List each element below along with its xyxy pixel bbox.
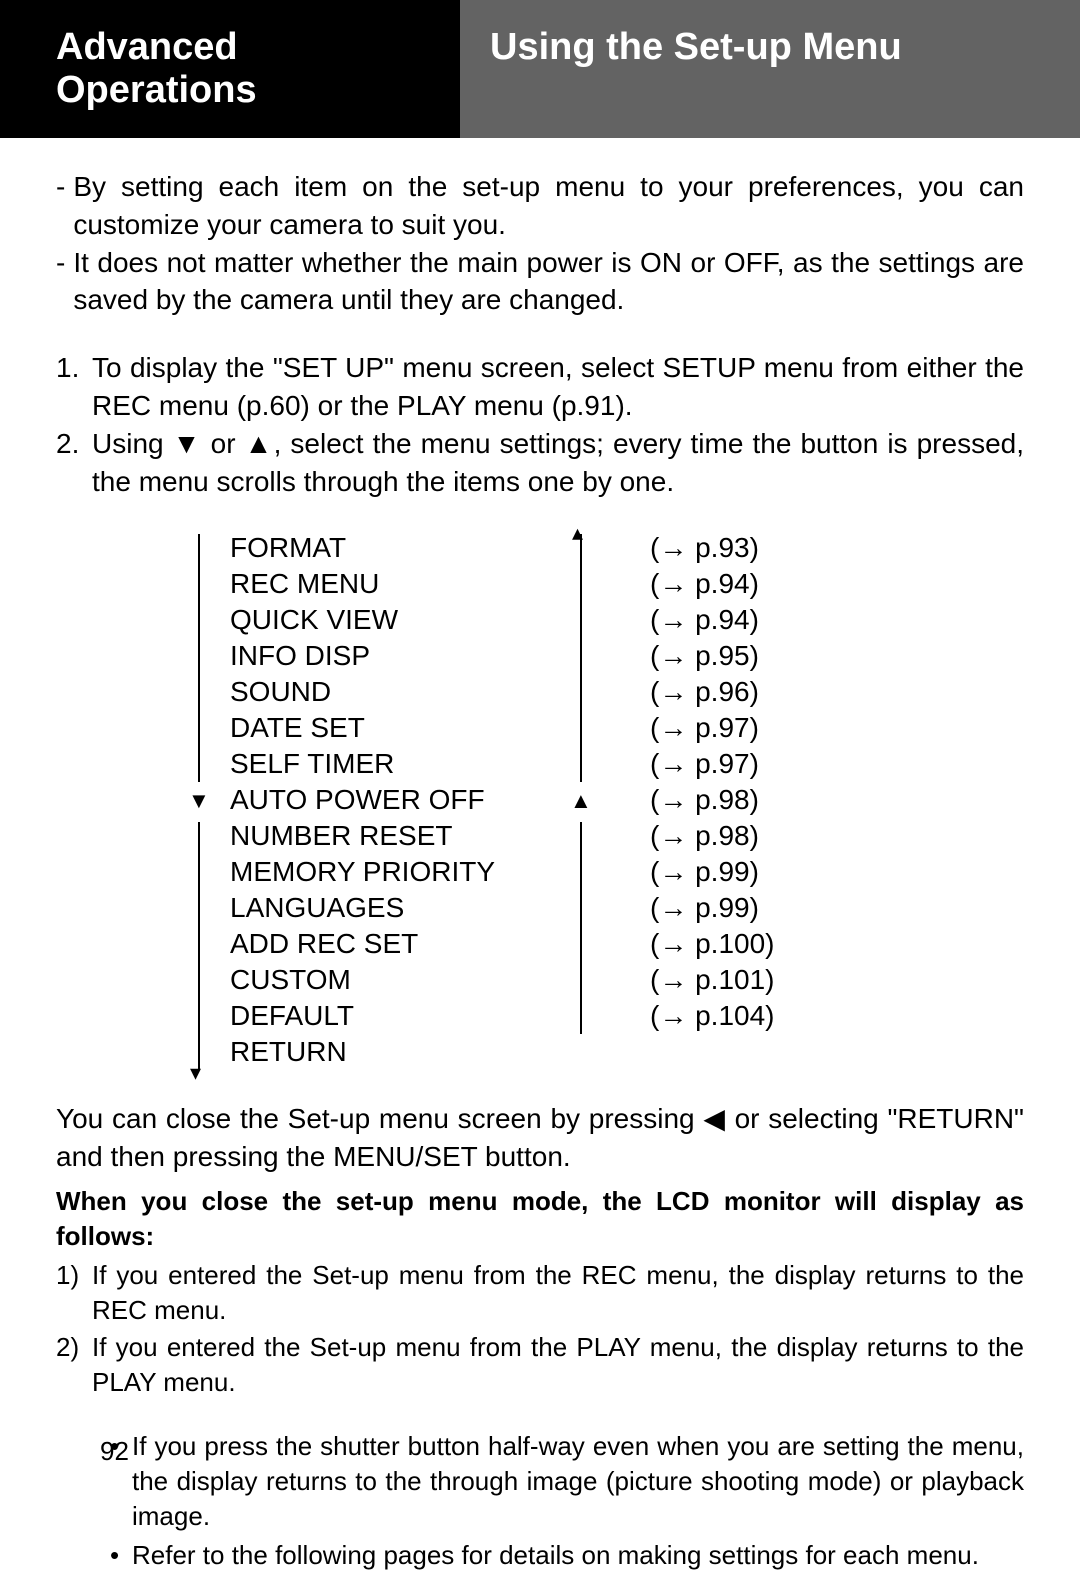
menu-item-page: (→ p.97): [600, 745, 759, 783]
header-section-title: Advanced Operations: [0, 0, 460, 138]
step-item: 1. To display the "SET UP" menu screen, …: [56, 349, 1024, 425]
lcd-note-heading: When you close the set-up menu mode, the…: [56, 1184, 1024, 1254]
dash-icon: -: [56, 168, 65, 244]
dash-icon: -: [56, 244, 65, 320]
step-item: 2. Using ▼ or ▲, select the menu setting…: [56, 425, 1024, 501]
menu-item-page: (→ p.100): [600, 925, 775, 963]
menu-row: SELF TIMER(→ p.97): [180, 746, 900, 782]
scroll-rail: [198, 534, 200, 782]
menu-row: MEMORY PRIORITY(→ p.99): [180, 854, 900, 890]
intro-text: It does not matter whether the main powe…: [73, 244, 1024, 320]
menu-row: QUICK VIEW(→ p.94): [180, 602, 900, 638]
intro-list: - By setting each item on the set-up men…: [56, 168, 1024, 319]
step-text: Using ▼ or ▲, select the menu settings; …: [92, 425, 1024, 501]
bullet-text: Refer to the following pages for details…: [132, 1538, 1024, 1573]
menu-item-label: NUMBER RESET: [180, 817, 600, 855]
page-number: 92: [100, 1436, 129, 1467]
item-number: 1): [56, 1258, 92, 1328]
up-arrow-icon: ▲: [570, 790, 592, 812]
page-header: Advanced Operations Using the Set-up Men…: [0, 0, 1080, 138]
list-item: 2) If you entered the Set-up menu from t…: [56, 1330, 1024, 1400]
menu-item-label: LANGUAGES: [180, 889, 600, 927]
menu-row: AUTO POWER OFF(→ p.98): [180, 782, 900, 818]
up-arrow-icon: ▴: [572, 522, 583, 544]
menu-item-label: QUICK VIEW: [180, 601, 600, 639]
page-content: - By setting each item on the set-up men…: [0, 138, 1080, 1573]
menu-row: DEFAULT(→ p.104): [180, 998, 900, 1034]
scroll-rail: [580, 534, 582, 782]
scroll-rail: [198, 822, 200, 1070]
bullet-text: If you press the shutter button half-way…: [132, 1429, 1024, 1534]
menu-item-label: INFO DISP: [180, 637, 600, 675]
down-arrow-icon: ▾: [190, 1062, 201, 1084]
intro-item: - It does not matter whether the main po…: [56, 244, 1024, 320]
return-behavior-list: 1) If you entered the Set-up menu from t…: [56, 1258, 1024, 1400]
step-text: To display the "SET UP" menu screen, sel…: [92, 349, 1024, 425]
header-page-title: Using the Set-up Menu: [460, 0, 1080, 138]
notes-list: • If you press the shutter button half-w…: [56, 1429, 1024, 1573]
menu-row: SOUND(→ p.96): [180, 674, 900, 710]
list-item: 1) If you entered the Set-up menu from t…: [56, 1258, 1024, 1328]
menu-item-page: (→ p.104): [600, 997, 775, 1035]
intro-text: By setting each item on the set-up menu …: [73, 168, 1024, 244]
menu-row: RETURN: [180, 1034, 900, 1070]
bullet-item: • Refer to the following pages for detai…: [110, 1538, 1024, 1573]
menu-item-label: AUTO POWER OFF: [180, 781, 600, 819]
intro-item: - By setting each item on the set-up men…: [56, 168, 1024, 244]
menu-item-label: FORMAT: [180, 529, 600, 567]
scroll-rail: [580, 822, 582, 1034]
menu-item-page: (→ p.94): [600, 601, 759, 639]
menu-row: CUSTOM(→ p.101): [180, 962, 900, 998]
menu-item-page: (→ p.93): [600, 529, 759, 567]
menu-item-page: (→ p.99): [600, 853, 759, 891]
menu-item-label: MEMORY PRIORITY: [180, 853, 600, 891]
menu-item-page: (→ p.95): [600, 637, 759, 675]
menu-item-page: (→ p.98): [600, 781, 759, 819]
menu-item-label: RETURN: [180, 1033, 600, 1071]
menu-item-label: DATE SET: [180, 709, 600, 747]
close-instruction: You can close the Set-up menu screen by …: [56, 1100, 1024, 1176]
down-arrow-icon: ▼: [188, 790, 210, 812]
menu-item-page: (→ p.96): [600, 673, 759, 711]
menu-item-label: CUSTOM: [180, 961, 600, 999]
menu-item-page: (→ p.98): [600, 817, 759, 855]
menu-item-page: (→ p.99): [600, 889, 759, 927]
menu-row: DATE SET(→ p.97): [180, 710, 900, 746]
menu-row: FORMAT(→ p.93): [180, 530, 900, 566]
bullet-item: • If you press the shutter button half-w…: [110, 1429, 1024, 1534]
menu-item-label: SOUND: [180, 673, 600, 711]
menu-item-label: REC MENU: [180, 565, 600, 603]
menu-item-page: (→ p.101): [600, 961, 775, 999]
menu-item-label: SELF TIMER: [180, 745, 600, 783]
item-text: If you entered the Set-up menu from the …: [92, 1330, 1024, 1400]
menu-row: NUMBER RESET(→ p.98): [180, 818, 900, 854]
step-number: 2.: [56, 425, 92, 501]
menu-item-page: (→ p.94): [600, 565, 759, 603]
manual-page: Advanced Operations Using the Set-up Men…: [0, 0, 1080, 1521]
menu-item-page: (→ p.97): [600, 709, 759, 747]
menu-row: LANGUAGES(→ p.99): [180, 890, 900, 926]
bullet-icon: •: [110, 1538, 132, 1573]
menu-row: ADD REC SET(→ p.100): [180, 926, 900, 962]
step-number: 1.: [56, 349, 92, 425]
menu-row: REC MENU(→ p.94): [180, 566, 900, 602]
setup-menu-list: ▼ ▾ ▲ ▴ FORMAT(→ p.93) REC MENU(→ p.94) …: [180, 530, 900, 1070]
menu-item-label: DEFAULT: [180, 997, 600, 1035]
item-text: If you entered the Set-up menu from the …: [92, 1258, 1024, 1328]
steps-list: 1. To display the "SET UP" menu screen, …: [56, 349, 1024, 500]
menu-item-label: ADD REC SET: [180, 925, 600, 963]
menu-row: INFO DISP(→ p.95): [180, 638, 900, 674]
item-number: 2): [56, 1330, 92, 1400]
